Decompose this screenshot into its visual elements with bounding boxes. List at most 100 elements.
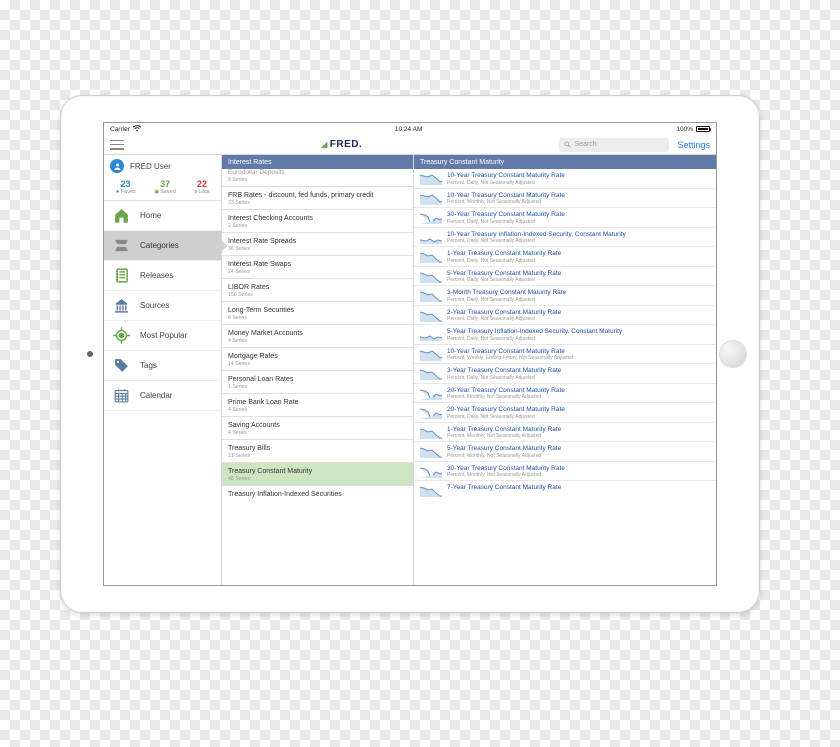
tablet-frame: Carrier 10:24 AM 100% ◢FRED. Search Sett… xyxy=(60,95,760,613)
screen: Carrier 10:24 AM 100% ◢FRED. Search Sett… xyxy=(103,122,717,586)
sidebar-item-label: Tags xyxy=(140,361,157,370)
sidebar-item-label: Releases xyxy=(140,271,173,280)
sparkline-icon xyxy=(420,465,442,477)
series-item[interactable]: 5-Year Treasury Constant Maturity RatePe… xyxy=(414,442,716,462)
sparkline-icon xyxy=(420,406,442,418)
stat-saved[interactable]: 37 Saved xyxy=(154,179,175,195)
series-item[interactable]: 2-Year Treasury Constant Maturity RatePe… xyxy=(414,306,716,326)
category-item[interactable]: LIBOR Rates150 Series xyxy=(222,279,413,302)
series-title: 10-Year Treasury Constant Maturity Rate xyxy=(447,172,710,179)
sparkline-icon xyxy=(420,445,442,457)
app-header: ◢FRED. Search Settings xyxy=(104,135,716,155)
brand-icon: ◢ xyxy=(321,140,328,149)
sparkline-icon xyxy=(420,348,442,360)
category-subtitle: 1 Series xyxy=(228,384,407,390)
stat-lists[interactable]: 22 Lists xyxy=(194,179,209,195)
series-title: 20-Year Treasury Constant Maturity Rate xyxy=(447,406,710,413)
sparkline-icon xyxy=(420,289,442,301)
category-column: Interest Rates Eurodollar Deposits9 Seri… xyxy=(222,155,414,585)
category-subtitle: 48 Series xyxy=(228,476,407,482)
series-item[interactable]: 3-Month Treasury Constant Maturity RateP… xyxy=(414,286,716,306)
category-item[interactable]: Treasury Inflation-Indexed Securities147… xyxy=(222,486,413,502)
category-item[interactable]: Interest Rate Swaps24 Series xyxy=(222,256,413,279)
category-item[interactable]: Prime Bank Loan Rate4 Series xyxy=(222,394,413,417)
category-title: Treasury Inflation-Indexed Securities xyxy=(228,491,407,498)
series-item[interactable]: 5-Year Treasury Constant Maturity RatePe… xyxy=(414,267,716,287)
sidebar-item-home[interactable]: Home xyxy=(104,201,221,231)
series-item[interactable]: 30-Year Treasury Constant Maturity RateP… xyxy=(414,208,716,228)
series-item[interactable]: 1-Year Treasury Constant Maturity RatePe… xyxy=(414,423,716,443)
series-item[interactable]: 3-Year Treasury Constant Maturity RatePe… xyxy=(414,364,716,384)
search-input[interactable]: Search xyxy=(559,138,669,152)
category-item[interactable]: Interest Checking Accounts2 Series xyxy=(222,210,413,233)
category-item[interactable]: Personal Loan Rates1 Series xyxy=(222,371,413,394)
user-name: FRED User xyxy=(130,162,171,171)
nav-list: HomeCategories Releases SourcesMost Popula… xyxy=(104,201,221,585)
calendar-icon xyxy=(112,387,130,405)
series-title: 5-Year Treasury Inflation-Indexed Securi… xyxy=(447,328,710,335)
category-title: Money Market Accounts xyxy=(228,330,407,337)
series-list[interactable]: 10-Year Treasury Constant Maturity RateP… xyxy=(414,169,716,585)
category-item[interactable]: Saving Accounts4 Series xyxy=(222,417,413,440)
category-item[interactable]: FRB Rates - discount, fed funds, primary… xyxy=(222,187,413,210)
category-subtitle: 150 Series xyxy=(228,292,407,298)
category-title: Interest Rate Swaps xyxy=(228,261,407,268)
series-item[interactable]: 10-Year Treasury Constant Maturity RateP… xyxy=(414,169,716,189)
category-item[interactable]: Money Market Accounts4 Series xyxy=(222,325,413,348)
category-item[interactable]: Mortgage Rates14 Series xyxy=(222,348,413,371)
series-header: Treasury Constant Maturity xyxy=(414,155,716,169)
series-item[interactable]: 5-Year Treasury Inflation-Indexed Securi… xyxy=(414,325,716,345)
user-row[interactable]: FRED User xyxy=(104,155,221,177)
menu-icon[interactable] xyxy=(110,140,124,150)
series-item[interactable]: 1-Year Treasury Constant Maturity RatePe… xyxy=(414,247,716,267)
sidebar-item-releases[interactable]: Releases xyxy=(104,261,221,291)
user-stats: 23 Faves 37 Saved 22 Lists xyxy=(104,177,221,201)
category-item[interactable]: Long-Term Securities6 Series xyxy=(222,302,413,325)
category-item[interactable]: Treasury Constant Maturity48 Series xyxy=(222,463,413,486)
category-title: Interest Rate Spreads xyxy=(228,238,407,245)
sidebar-item-categories[interactable]: Categories xyxy=(104,231,221,261)
category-item[interactable]: Eurodollar Deposits9 Series xyxy=(222,169,413,187)
category-item[interactable]: Treasury Bills21 Series xyxy=(222,440,413,463)
series-item[interactable]: 30-Year Treasury Constant Maturity RateP… xyxy=(414,462,716,482)
sidebar-item-calendar[interactable]: Calendar xyxy=(104,381,221,411)
sparkline-icon xyxy=(420,172,442,184)
sparkline-icon xyxy=(420,250,442,262)
series-item[interactable]: 7-Year Treasury Constant Maturity Rate xyxy=(414,481,716,496)
series-subtitle: Percent, Monthly, Not Seasonally Adjuste… xyxy=(447,433,710,439)
series-subtitle: Percent, Daily, Not Seasonally Adjusted xyxy=(447,180,710,186)
series-subtitle: Percent, Daily, Not Seasonally Adjusted xyxy=(447,414,710,420)
sources-icon xyxy=(112,297,130,315)
sparkline-icon xyxy=(420,231,442,243)
series-subtitle: Percent, Monthly, Not Seasonally Adjuste… xyxy=(447,199,710,205)
sparkline-icon xyxy=(420,211,442,223)
series-item[interactable]: 20-Year Treasury Constant Maturity RateP… xyxy=(414,403,716,423)
battery-icon xyxy=(696,126,710,132)
category-subtitle: 36 Series xyxy=(228,246,407,252)
category-subtitle: 4 Series xyxy=(228,430,407,436)
series-title: 3-Year Treasury Constant Maturity Rate xyxy=(447,367,710,374)
series-subtitle: Percent, Monthly, Not Seasonally Adjuste… xyxy=(447,453,710,459)
series-subtitle: Percent, Monthly, Not Seasonally Adjuste… xyxy=(447,394,710,400)
series-item[interactable]: 10-Year Treasury Constant Maturity RateP… xyxy=(414,189,716,209)
category-title: Treasury Bills xyxy=(228,445,407,452)
category-item[interactable]: Interest Rate Spreads36 Series xyxy=(222,233,413,256)
category-title: Treasury Constant Maturity xyxy=(228,468,407,475)
category-subtitle: 14 Series xyxy=(228,361,407,367)
series-subtitle: Percent, Daily, Not Seasonally Adjusted xyxy=(447,316,710,322)
sparkline-icon xyxy=(420,426,442,438)
camera-dot xyxy=(87,351,93,357)
series-item[interactable]: 20-Year Treasury Constant Maturity RateP… xyxy=(414,384,716,404)
category-list[interactable]: Eurodollar Deposits9 SeriesFRB Rates - d… xyxy=(222,169,413,585)
series-item[interactable]: 10-Year Treasury Inflation-Indexed Secur… xyxy=(414,228,716,248)
sidebar-item-sources[interactable]: Sources xyxy=(104,291,221,321)
series-item[interactable]: 10-Year Treasury Constant Maturity RateP… xyxy=(414,345,716,365)
series-title: 5-Year Treasury Constant Maturity Rate xyxy=(447,445,710,452)
sidebar-item-tags[interactable]: Tags xyxy=(104,351,221,381)
stat-faves[interactable]: 23 Faves xyxy=(115,179,135,195)
category-title: Long-Term Securities xyxy=(228,307,407,314)
category-header: Interest Rates xyxy=(222,155,413,169)
settings-button[interactable]: Settings xyxy=(677,140,710,150)
home-button[interactable] xyxy=(719,340,747,368)
sidebar-item-most-popular[interactable]: Most Popular xyxy=(104,321,221,351)
